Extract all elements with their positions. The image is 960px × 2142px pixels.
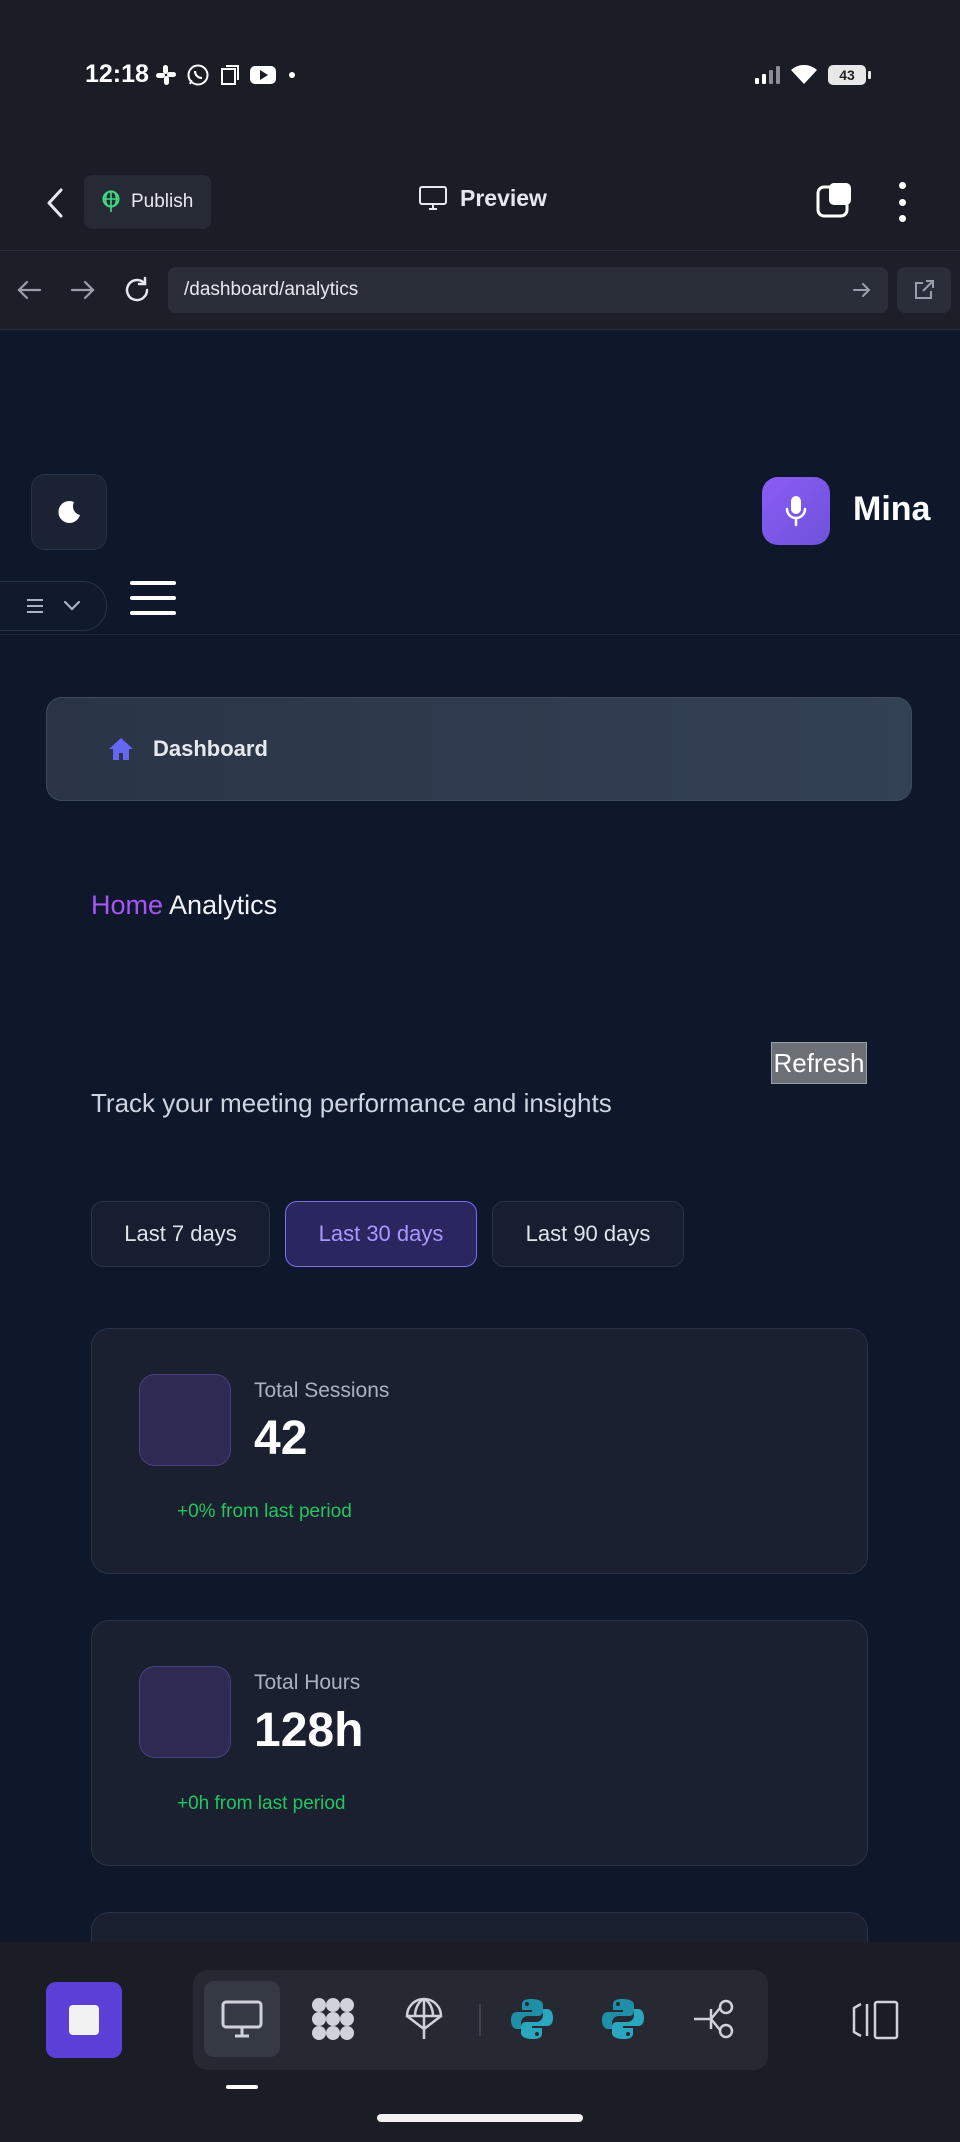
connect-icon <box>694 1999 734 2039</box>
nav-dashboard-label: Dashboard <box>153 736 268 761</box>
stat-icon-placeholder <box>139 1374 231 1466</box>
stat-value: 128h <box>254 1704 364 1757</box>
tabs-icon <box>816 183 851 218</box>
reload-button[interactable] <box>120 273 154 307</box>
parachute-icon <box>405 1997 443 2039</box>
hamburger-menu-button[interactable] <box>130 581 176 615</box>
copy-icon <box>221 65 239 85</box>
back-button[interactable] <box>35 183 75 223</box>
preview-toggle[interactable]: Preview <box>418 184 547 212</box>
browser-back-button[interactable] <box>12 273 46 307</box>
moon-icon <box>58 500 80 523</box>
status-time: 12:18 <box>85 60 149 88</box>
tool-python-1[interactable] <box>494 1981 570 2057</box>
selected-tool-indicator <box>226 2085 258 2089</box>
stat-value: 42 <box>254 1412 308 1465</box>
preview-label: Preview <box>460 184 547 211</box>
stat-label: Total Sessions <box>254 1379 390 1402</box>
stat-card-hours: Total Hours 128h +0h from last period <box>91 1620 868 1866</box>
home-indicator[interactable] <box>377 2114 583 2122</box>
tabs-button[interactable] <box>815 180 855 220</box>
tool-group <box>193 1970 768 2070</box>
menu-dropdown[interactable] <box>0 581 107 631</box>
stat-change: +0% from last period <box>177 1501 352 1522</box>
page-subtitle: Track your meeting performance and insig… <box>91 1088 612 1118</box>
wifi-icon <box>791 64 817 84</box>
stat-icon-placeholder <box>139 1666 231 1758</box>
stat-label: Total Hours <box>254 1671 361 1694</box>
nav-dashboard-card[interactable]: Dashboard <box>46 697 912 801</box>
publish-label: Publish <box>131 191 194 212</box>
period-7-days-button[interactable]: Last 7 days <box>91 1201 270 1267</box>
stop-button[interactable] <box>46 1982 122 2058</box>
tool-integrations[interactable] <box>676 1981 752 2057</box>
url-text: /dashboard/analytics <box>184 279 359 300</box>
battery-icon: 43 <box>828 65 871 85</box>
stop-icon <box>69 2005 99 2035</box>
dot-icon <box>289 72 295 78</box>
url-input[interactable]: /dashboard/analytics <box>168 267 888 313</box>
panel-icon <box>852 2000 899 2040</box>
external-link-icon <box>915 280 934 299</box>
panel-toggle-button[interactable] <box>848 1997 904 2043</box>
system-status: 43 <box>754 64 871 86</box>
tool-deploy[interactable] <box>386 1981 462 2057</box>
user-name: Mina <box>853 490 931 528</box>
chevron-left-icon <box>47 188 63 218</box>
youtube-icon <box>250 66 276 84</box>
browser-forward-button[interactable] <box>66 273 100 307</box>
stat-card-sessions: Total Sessions 42 +0% from last period <box>91 1328 868 1574</box>
python-icon <box>602 1999 644 2039</box>
go-arrow-icon[interactable] <box>852 281 872 299</box>
list-icon <box>27 599 43 613</box>
reload-icon <box>125 276 149 302</box>
period-90-days-button[interactable]: Last 90 days <box>492 1201 684 1267</box>
tool-preview[interactable] <box>204 1981 280 2057</box>
arrow-right-icon <box>70 280 95 300</box>
microphone-icon <box>785 496 807 527</box>
monitor-icon <box>221 2000 263 2038</box>
dots-grid-icon <box>312 1998 354 2040</box>
notification-icons <box>155 63 299 87</box>
header-divider <box>0 634 960 635</box>
signal-icon <box>755 66 780 84</box>
breadcrumb-current: Analytics <box>169 890 278 920</box>
stat-card-partial <box>91 1912 868 1942</box>
publish-icon <box>102 190 120 212</box>
toolbar-separator <box>479 2004 481 2036</box>
python-icon <box>511 1999 553 2039</box>
open-external-button[interactable] <box>897 267 951 313</box>
chevron-down-icon <box>63 600 81 611</box>
refresh-button[interactable]: Refresh <box>771 1042 867 1084</box>
period-30-days-button[interactable]: Last 30 days <box>285 1201 477 1267</box>
tool-python-2[interactable] <box>585 1981 661 2057</box>
home-icon <box>109 738 133 760</box>
breadcrumb: Home Analytics <box>91 890 277 921</box>
arrow-left-icon <box>17 280 42 300</box>
monitor-icon <box>419 186 447 210</box>
slack-icon <box>156 65 176 85</box>
microphone-button[interactable] <box>762 477 830 545</box>
theme-toggle-button[interactable] <box>31 474 107 550</box>
stat-change: +0h from last period <box>177 1793 346 1814</box>
breadcrumb-home-link[interactable]: Home <box>91 890 163 920</box>
more-options-button[interactable] <box>890 182 914 222</box>
whatsapp-icon <box>187 64 209 86</box>
tool-components[interactable] <box>295 1981 371 2057</box>
publish-button[interactable]: Publish <box>84 175 211 229</box>
